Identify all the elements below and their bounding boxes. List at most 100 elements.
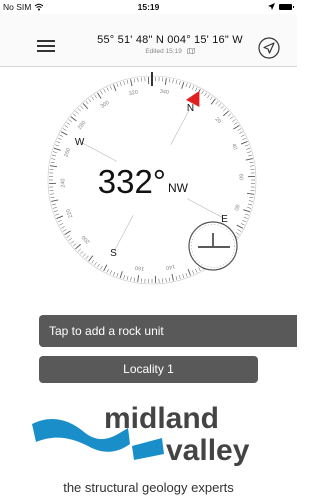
compass-tick [133,277,136,282]
coordinates-label[interactable]: 55° 51' 48" N 004° 15' 16" W [60,34,280,46]
compass-tick [243,209,251,213]
compass-tick [250,165,255,167]
compass-tick [235,232,240,235]
compass-tick [223,110,229,117]
compass-tick [172,79,174,84]
cardinal-north: N [187,103,194,114]
location-arrow-icon [268,3,275,10]
degree-label: 320 [128,89,138,97]
navigation-arrow-icon[interactable] [258,37,280,59]
compass-tick [72,113,77,117]
compass-tick [94,94,97,99]
cardinal-west: W [75,137,85,148]
compass-tick [112,84,117,92]
compass-tick [68,119,73,123]
compass-tick [248,200,253,202]
compass-tick [207,94,210,99]
locality-button[interactable]: Locality 1 [39,356,258,383]
add-rock-unit-button[interactable]: Tap to add a rock unit [39,315,297,347]
compass-tick [113,271,116,276]
compass-tick [116,272,119,277]
compass-tick [188,84,191,89]
compass-tick [185,83,188,88]
compass-tick [227,113,232,117]
compass-tick [55,144,60,147]
tagline: the structural geology experts [63,480,234,495]
compass-tick [97,263,100,268]
compass-tick [210,98,216,105]
compass-tick [236,224,244,229]
compass-tick [64,230,71,235]
compass-tick [56,215,64,220]
degree-label: 220 [65,208,74,219]
degree-label: 300 [100,100,111,110]
compass-tick [249,161,254,164]
compass-tick [175,79,178,85]
compass-tick [53,147,61,151]
crosshair-line [81,142,117,162]
degree-label: 260 [64,147,73,158]
compass-tick [85,255,89,260]
compass-tick [57,220,62,223]
compass-tick [240,134,245,137]
compass-tick [50,161,55,164]
degree-label: 160 [135,264,145,271]
degree-label: 40 [230,143,238,151]
map-icon [186,47,195,55]
compass-tick [119,271,123,279]
cardinal-south: S [110,248,117,259]
degree-label: 20 [214,116,223,125]
heading-direction: NW [168,181,189,195]
compass-tick [119,81,122,86]
compass-tick [50,196,55,199]
hamburger-menu-icon[interactable] [37,40,55,52]
compass-tick [185,272,188,277]
compass-tick [77,108,81,112]
midland-valley-logo: midland valley [32,402,250,467]
crosshair-line [187,198,223,218]
compass-tick [181,81,185,89]
compass-tick [106,87,109,92]
compass-tick [85,100,89,105]
compass-tick [240,140,248,145]
compass-tick [247,192,255,195]
compass-tick [52,207,57,209]
compass-tick [100,265,103,270]
compass-tick [56,141,61,144]
compass-tick [80,251,84,255]
compass-tick [247,154,253,157]
degree-label: 200 [81,234,92,245]
compass-tick [209,96,213,101]
compass-tick [88,255,94,262]
degree-label: 60 [237,174,243,180]
clinometer-icon[interactable] [188,221,238,271]
compass-tick [51,203,57,206]
heading-value: 332° [98,163,166,200]
compass-tick [223,108,227,112]
battery-icon [279,3,294,10]
compass-tick [49,193,54,195]
compass-tick [165,278,167,283]
compass-tick [103,264,108,272]
compass-tick [242,137,247,140]
compass-tick [82,103,89,109]
compass-tick [70,240,75,244]
compass-tick [64,125,69,128]
compass-tick [60,226,65,229]
degree-label: 80 [232,204,240,212]
compass-tick [88,98,92,103]
degree-label: 280 [77,120,87,131]
compass-tick [57,137,62,140]
compass-tick [51,154,57,157]
compass-tick [123,275,125,280]
edited-label: Edited 15:19 [60,47,280,55]
compass-tick [233,125,240,130]
compass-tick [60,131,68,136]
compass-tick [97,92,102,99]
compass-dial[interactable]: 2040608010012014016020022024026028030032… [40,68,264,292]
compass-tick [242,220,247,223]
compass-tick [94,261,97,266]
compass-tick [168,277,171,282]
logo-text-valley: valley [166,434,250,467]
compass-tick [168,78,171,83]
